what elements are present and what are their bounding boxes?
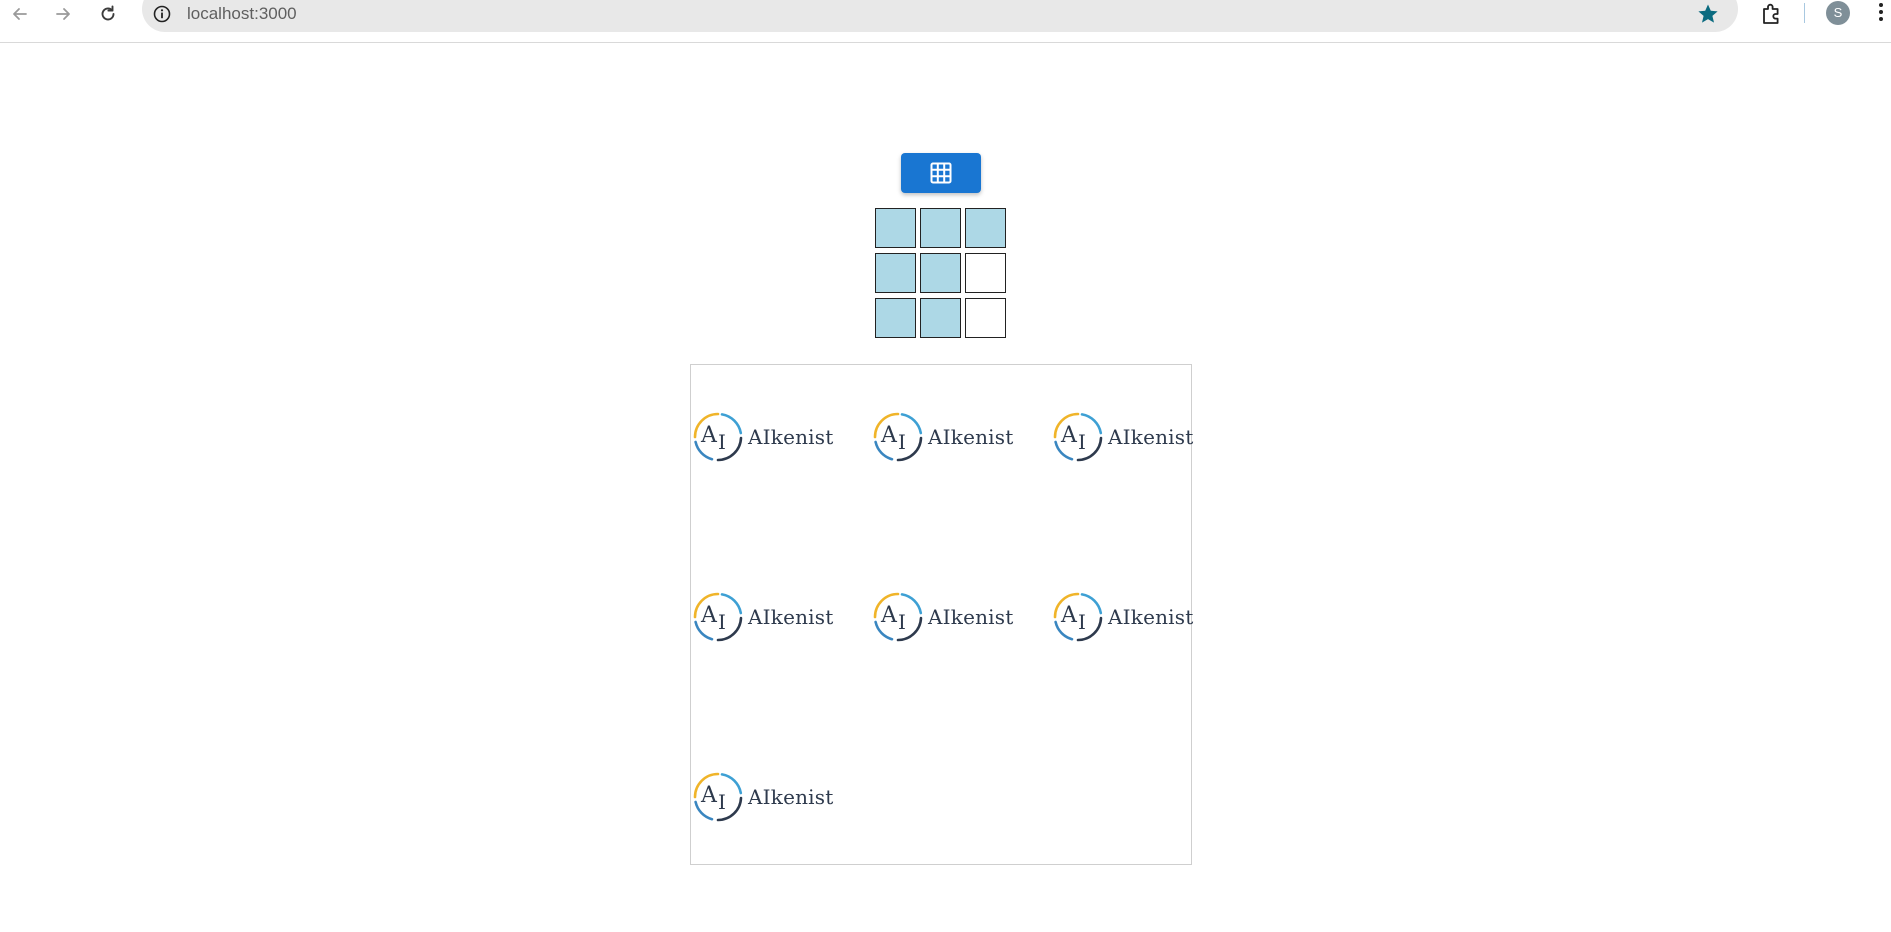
svg-text:A: A — [700, 603, 718, 628]
logo-tile: A I AIkenist — [692, 409, 837, 465]
svg-text:A: A — [880, 423, 898, 448]
logo-wordmark: AIkenist — [748, 425, 834, 449]
back-button[interactable] — [2, 0, 38, 28]
arrow-left-icon — [13, 8, 27, 20]
grid-cell-r1-c1[interactable] — [875, 208, 916, 248]
grid-cell-r2-c2[interactable] — [920, 253, 961, 293]
toolbar-divider — [1804, 3, 1805, 23]
arrow-right-icon — [56, 8, 70, 20]
svg-text:A: A — [1060, 603, 1078, 628]
logo-wordmark: AIkenist — [928, 425, 1014, 449]
svg-text:A: A — [880, 603, 898, 628]
aikenist-logo-icon: A I — [873, 592, 923, 642]
browser-toolbar: localhost:3000 S — [0, 0, 1891, 43]
site-info-button[interactable] — [150, 3, 174, 25]
grid-cell-r1-c2[interactable] — [920, 208, 961, 248]
url-text[interactable]: localhost:3000 — [187, 4, 297, 24]
logo-tile: A I AIkenist — [692, 589, 837, 645]
grid-cell-r2-c1[interactable] — [875, 253, 916, 293]
grid-cell-r3-c2[interactable] — [920, 298, 961, 338]
logo-wordmark: AIkenist — [1108, 425, 1194, 449]
bookmark-star-icon[interactable] — [1696, 2, 1720, 26]
svg-text:I: I — [1078, 430, 1086, 454]
svg-text:I: I — [1078, 610, 1086, 634]
svg-text:I: I — [898, 430, 906, 454]
extensions-puzzle-icon[interactable] — [1759, 1, 1785, 27]
logo-wordmark: AIkenist — [748, 605, 834, 629]
svg-text:A: A — [700, 423, 718, 448]
svg-text:A: A — [700, 783, 718, 808]
logo-wordmark: AIkenist — [928, 605, 1014, 629]
logo-tile: A I AIkenist — [692, 769, 837, 825]
grid-icon — [930, 162, 952, 184]
reload-icon — [101, 5, 115, 21]
svg-text:I: I — [898, 610, 906, 634]
aikenist-logo-icon: A I — [1053, 412, 1103, 462]
svg-text:I: I — [718, 610, 726, 634]
grid-layout-button[interactable] — [901, 153, 981, 193]
grid-cell-r3-c1[interactable] — [875, 298, 916, 338]
grid-cell-r2-c3[interactable] — [965, 253, 1006, 293]
profile-avatar[interactable]: S — [1826, 1, 1850, 25]
grid-cell-r1-c3[interactable] — [965, 208, 1006, 248]
svg-text:I: I — [718, 790, 726, 814]
svg-text:A: A — [1060, 423, 1078, 448]
logo-tile: A I AIkenist — [1052, 409, 1197, 465]
address-bar[interactable] — [142, 0, 1738, 32]
logo-tile: A I AIkenist — [872, 589, 1017, 645]
logo-tile: A I AIkenist — [872, 409, 1017, 465]
svg-text:I: I — [718, 430, 726, 454]
logo-tile: A I AIkenist — [1052, 589, 1197, 645]
aikenist-logo-icon: A I — [693, 592, 743, 642]
aikenist-logo-icon: A I — [873, 412, 923, 462]
logo-wordmark: AIkenist — [748, 785, 834, 809]
logo-wordmark: AIkenist — [1108, 605, 1194, 629]
grid-size-picker — [875, 208, 1006, 338]
kebab-menu-icon[interactable] — [1875, 0, 1887, 26]
logo-grid-panel: A I AIkenist A I AIkenist A I AIkenist A… — [690, 364, 1193, 865]
aikenist-logo-icon: A I — [693, 772, 743, 822]
reload-button[interactable] — [90, 0, 126, 28]
info-icon — [153, 5, 171, 23]
aikenist-logo-icon: A I — [1053, 592, 1103, 642]
aikenist-logo-icon: A I — [693, 412, 743, 462]
grid-cell-r3-c3[interactable] — [965, 298, 1006, 338]
forward-button[interactable] — [45, 0, 81, 28]
